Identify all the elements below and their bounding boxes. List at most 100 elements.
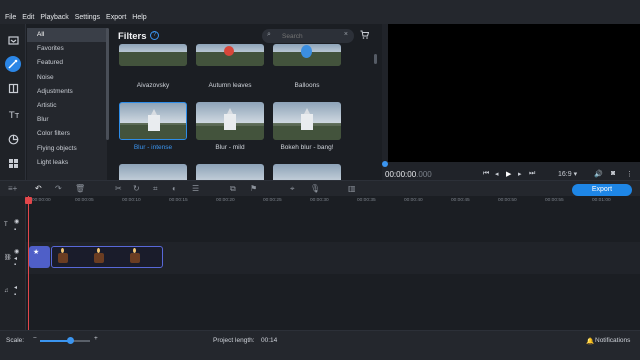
- filter-search-box[interactable]: ⌕ ×: [262, 29, 354, 43]
- music-note-icon: ♫: [4, 288, 9, 294]
- timecode-main: 00:00:00: [385, 170, 417, 179]
- undo-icon[interactable]: ↶: [35, 184, 42, 193]
- volume-icon[interactable]: ◂: [14, 255, 17, 262]
- filter-thumb-aivazovsky[interactable]: [119, 44, 187, 66]
- filter-thumb-row3-3[interactable]: [273, 164, 341, 180]
- ruler-tick: 00:00:00: [32, 198, 51, 203]
- playhead[interactable]: [28, 196, 29, 330]
- filter-thumb-bokeh-blur-bang[interactable]: [273, 102, 341, 140]
- project-length-value: 00:14: [261, 337, 278, 344]
- marker-icon[interactable]: ⚑: [250, 184, 257, 193]
- filter-label-aivazovsky: Aivazovsky: [136, 82, 170, 89]
- lock-icon[interactable]: ▪: [14, 227, 16, 233]
- ruler-tick: 00:00:35: [357, 198, 376, 203]
- play-icon[interactable]: ▶: [506, 170, 511, 178]
- text-track-icon: T: [4, 222, 8, 228]
- timeline-ruler[interactable]: 00:00:00 00:00:05 00:00:10 00:00:15 00:0…: [26, 196, 640, 208]
- delete-icon[interactable]: 🗑: [75, 184, 85, 193]
- step-back-icon[interactable]: ◂: [495, 170, 499, 178]
- zoom-in-icon[interactable]: +: [94, 335, 98, 342]
- category-all[interactable]: All: [27, 28, 107, 43]
- import-icon[interactable]: [5, 32, 21, 48]
- category-featured[interactable]: Featured: [27, 56, 107, 70]
- more-tools-icon[interactable]: [5, 155, 21, 171]
- snapshot-icon[interactable]: ◙: [611, 170, 615, 177]
- preview-scrubber[interactable]: [382, 161, 388, 167]
- link-icon[interactable]: ⛓: [4, 254, 12, 261]
- location-icon[interactable]: ⌖: [290, 184, 295, 194]
- filter-search-input[interactable]: [282, 31, 338, 41]
- category-flying-objects[interactable]: Flying objects: [27, 142, 107, 156]
- add-track-icon[interactable]: ≡+: [8, 184, 17, 193]
- microphone-icon[interactable]: 🎙: [310, 184, 320, 193]
- aspect-ratio-select[interactable]: 16:9 ▾: [558, 170, 577, 178]
- pip-icon[interactable]: ⧉: [230, 184, 236, 194]
- crop-icon[interactable]: ⌗: [153, 184, 158, 194]
- bell-icon[interactable]: 🔔: [586, 337, 594, 345]
- video-clip[interactable]: [51, 246, 163, 268]
- filter-thumb-row3-1[interactable]: [119, 164, 187, 180]
- clear-search-icon[interactable]: ×: [344, 31, 348, 38]
- filter-thumb-autumn-leaves[interactable]: [196, 44, 264, 66]
- stabilize-icon[interactable]: ▥: [348, 184, 356, 193]
- cart-icon[interactable]: [360, 30, 370, 41]
- rotate-icon[interactable]: ↻: [133, 184, 140, 193]
- skip-back-icon[interactable]: ⏮: [483, 170, 489, 178]
- ruler-tick: 00:00:10: [122, 198, 141, 203]
- menu-help[interactable]: Help: [132, 14, 146, 22]
- menu-export[interactable]: Export: [106, 14, 126, 22]
- category-color-filters[interactable]: Color filters: [27, 127, 107, 141]
- clip-frame: [58, 248, 68, 263]
- category-blur[interactable]: Blur: [27, 113, 107, 127]
- audio-track-lane[interactable]: [26, 274, 640, 330]
- playhead-handle[interactable]: [25, 197, 32, 204]
- title-track-lane[interactable]: [26, 208, 640, 242]
- transitions-icon[interactable]: [5, 80, 21, 96]
- help-icon[interactable]: ?: [150, 31, 159, 40]
- more-options-icon[interactable]: ⋮: [626, 170, 633, 178]
- filter-thumb-blur-mild[interactable]: [196, 102, 264, 140]
- volume-icon[interactable]: ◂: [14, 284, 17, 291]
- split-icon[interactable]: ✂: [115, 184, 122, 193]
- ruler-tick: 00:00:50: [498, 198, 517, 203]
- category-artistic[interactable]: Artistic: [27, 99, 107, 113]
- filter-thumb-blur-intense[interactable]: [119, 102, 187, 140]
- filters-scrollbar[interactable]: [374, 54, 377, 64]
- menu-settings[interactable]: Settings: [75, 14, 100, 22]
- menu-playback[interactable]: Playback: [40, 14, 68, 22]
- clip-frame: [94, 248, 104, 263]
- lock-icon[interactable]: ▪: [14, 262, 16, 268]
- category-adjustments[interactable]: Adjustments: [27, 85, 107, 99]
- title-clip[interactable]: ★: [29, 246, 50, 268]
- menu-edit[interactable]: Edit: [22, 14, 34, 22]
- notifications-link[interactable]: Notifications: [595, 337, 630, 344]
- step-forward-icon[interactable]: ▸: [518, 170, 522, 178]
- visibility-icon[interactable]: ◉: [14, 248, 19, 255]
- ruler-tick: 00:00:15: [169, 198, 188, 203]
- skip-forward-icon[interactable]: ⏭: [529, 170, 535, 178]
- category-light-leaks[interactable]: Light leaks: [27, 156, 107, 170]
- ruler-tick: 00:00:55: [545, 198, 564, 203]
- redo-icon[interactable]: ↷: [55, 184, 62, 193]
- visibility-icon[interactable]: ◉: [14, 218, 19, 225]
- filter-thumb-balloons[interactable]: [273, 44, 341, 66]
- stickers-icon[interactable]: [5, 131, 21, 147]
- export-button[interactable]: Export: [572, 184, 632, 196]
- svg-text:Tт: Tт: [8, 111, 19, 120]
- menu-file[interactable]: File: [5, 14, 16, 22]
- filter-category-list: All Favorites Featured Noise Adjustments…: [27, 28, 107, 180]
- scale-slider-handle[interactable]: [66, 337, 74, 344]
- titles-icon[interactable]: Tт: [5, 106, 21, 122]
- filter-thumb-row3-2[interactable]: [196, 164, 264, 180]
- category-favorites[interactable]: Favorites: [27, 42, 107, 56]
- volume-icon[interactable]: 🔊: [594, 170, 603, 178]
- zoom-out-icon[interactable]: −: [33, 335, 37, 342]
- category-noise[interactable]: Noise: [27, 71, 107, 85]
- category-scrollbar[interactable]: [106, 28, 109, 140]
- lock-icon[interactable]: ▪: [14, 292, 16, 298]
- filters-icon[interactable]: [5, 56, 21, 72]
- color-adjust-icon[interactable]: ◐: [172, 184, 177, 193]
- balloon-icon: [301, 45, 312, 58]
- ruler-tick: 00:00:20: [216, 198, 235, 203]
- clip-properties-icon[interactable]: ☰: [192, 184, 199, 193]
